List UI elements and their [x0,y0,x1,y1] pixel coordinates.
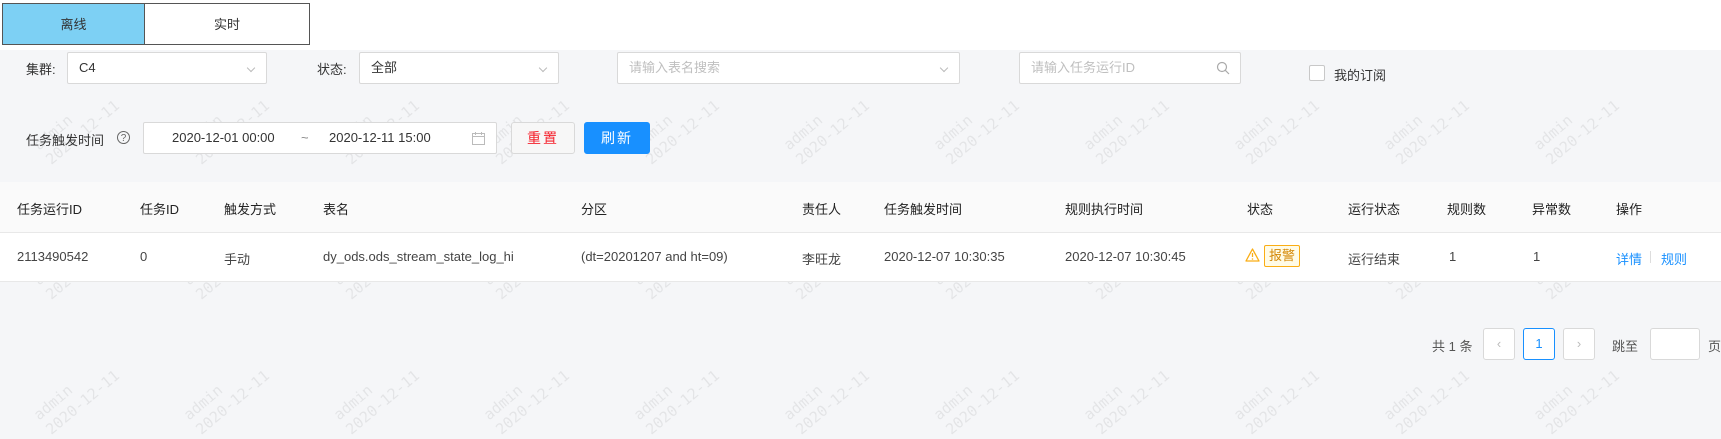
action-divider [1650,251,1651,263]
trigger-time-label: 任务触发时间 [26,133,105,148]
column-header: 分区 [581,202,608,217]
cell-run-id: 2113490542 [17,249,89,264]
watermark-text: admin2020-12-11 [1380,96,1473,169]
watermark-text: admin2020-12-11 [1530,96,1623,169]
column-header: 异常数 [1532,202,1572,217]
table-header: 任务运行ID 任务ID 触发方式 表名 分区 责任人 任务触发时间 规则执行时间… [0,182,1721,233]
status-label: 状态: [317,62,347,77]
table-row: 2113490542 0 手动 dy_ods.ods_stream_state_… [0,233,1721,282]
tab-bar: 离线 实时 [0,0,1721,50]
search-icon[interactable] [1216,61,1230,75]
watermark-text: admin2020-12-11 [1080,366,1173,439]
cell-task-id: 0 [140,249,148,264]
column-header: 责任人 [802,202,842,217]
watermark-text: admin2020-12-11 [1230,96,1323,169]
cell-table-name: dy_ods.ods_stream_state_log_hi [323,249,514,264]
end-time: 2020-12-11 15:00 [329,130,431,145]
column-header: 表名 [323,202,350,217]
watermark-text: admin2020-12-11 [1380,366,1473,439]
detail-link[interactable]: 详情 [1616,249,1642,268]
watermark-text: admin2020-12-11 [780,96,873,169]
page-suffix-label: 页 [1708,339,1721,354]
watermark-text: admin2020-12-11 [1080,96,1173,169]
tab-realtime[interactable]: 实时 [144,3,310,45]
cluster-value: C4 [79,60,96,75]
cell-owner: 李旺龙 [802,252,842,267]
table-search-placeholder: 请输入表名搜索 [629,60,721,75]
watermark-text: admin2020-12-11 [30,366,123,439]
cell-partition: (dt=20201207 and ht=09) [581,249,728,264]
column-header: 规则数 [1447,202,1487,217]
watermark-text: admin2020-12-11 [630,366,723,439]
chevron-down-icon [538,63,548,73]
watermark-text: admin2020-12-11 [1530,366,1623,439]
pagination-total: 共 1 条 [1432,339,1473,354]
column-header: 任务ID [140,202,180,217]
watermark-text: admin2020-12-11 [930,96,1023,169]
watermark-text: admin2020-12-11 [930,366,1023,439]
help-icon[interactable]: ? [117,131,130,144]
page-1-button[interactable]: 1 [1523,328,1555,360]
prev-page-button[interactable]: ‹ [1483,328,1515,360]
cell-run-status: 运行结束 [1348,252,1401,267]
chevron-down-icon [939,63,949,73]
cell-trigger-time: 2020-12-07 10:30:35 [884,249,1005,264]
cluster-select[interactable]: C4 [67,52,267,84]
range-separator: ~ [301,130,309,145]
column-header: 状态 [1247,202,1274,217]
cluster-label: 集群: [26,62,56,77]
my-subscription-checkbox[interactable] [1309,65,1325,81]
status-select[interactable]: 全部 [359,52,559,84]
column-header: 任务运行ID [17,202,83,217]
status-value: 全部 [371,60,398,75]
table-search-select[interactable]: 请输入表名搜索 [617,52,960,84]
tab-offline[interactable]: 离线 [2,3,145,45]
reset-button[interactable]: 重置 [511,122,575,154]
watermark-text: admin2020-12-11 [780,366,873,439]
column-header: 任务触发时间 [884,202,963,217]
watermark-text: admin2020-12-11 [480,366,573,439]
watermark-text: admin2020-12-11 [330,366,423,439]
next-page-button[interactable]: › [1563,328,1595,360]
watermark-text: admin2020-12-11 [30,96,123,169]
run-id-search-input[interactable]: 请输入任务运行ID [1019,52,1241,84]
trigger-time-range-picker[interactable]: 2020-12-01 00:00 ~ 2020-12-11 15:00 [143,122,497,154]
cell-trigger-type: 手动 [224,252,251,267]
column-header: 运行状态 [1348,202,1401,217]
status-badge: 报警 [1264,245,1301,267]
watermark-text: admin2020-12-11 [1230,366,1323,439]
page-jump-input[interactable] [1650,328,1700,360]
column-header: 触发方式 [224,202,277,217]
cell-error-count: 1 [1533,249,1541,264]
my-subscription-label: 我的订阅 [1334,68,1387,83]
cell-rule-count: 1 [1449,249,1457,264]
column-header: 规则执行时间 [1065,202,1144,217]
run-id-placeholder: 请输入任务运行ID [1031,60,1136,75]
cell-rule-time: 2020-12-07 10:30:45 [1065,249,1186,264]
warning-icon [1245,248,1260,262]
results-table: 任务运行ID 任务ID 触发方式 表名 分区 责任人 任务触发时间 规则执行时间… [0,182,1721,282]
jump-to-label: 跳至 [1612,339,1639,354]
start-time: 2020-12-01 00:00 [172,130,275,145]
chevron-down-icon [246,63,256,73]
column-header: 操作 [1616,202,1643,217]
rule-link[interactable]: 规则 [1661,249,1687,268]
watermark-text: admin2020-12-11 [180,366,273,439]
refresh-button[interactable]: 刷新 [584,122,650,154]
calendar-icon [472,132,485,145]
